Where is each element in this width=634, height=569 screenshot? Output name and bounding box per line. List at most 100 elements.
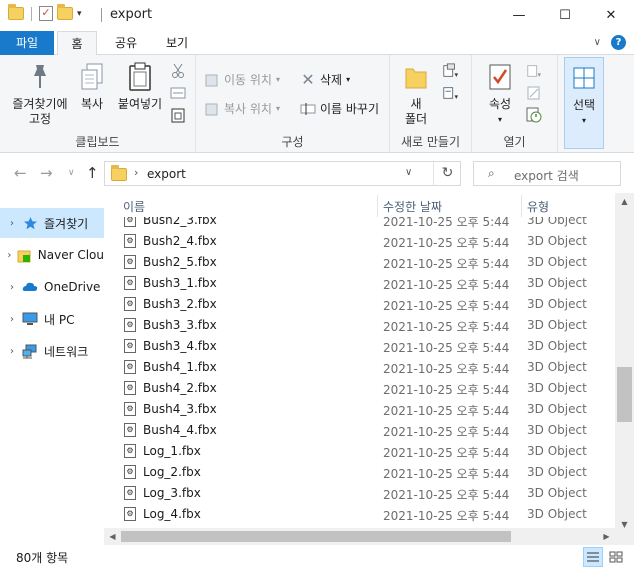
- new-folder-button[interactable]: 새 폴더: [400, 61, 432, 127]
- file-name: Bush4_1.fbx: [143, 360, 217, 374]
- column-divider[interactable]: [521, 195, 522, 217]
- column-divider[interactable]: [377, 195, 378, 217]
- edit-icon[interactable]: [526, 85, 542, 101]
- copy-to-button[interactable]: 복사 위치 ▾: [204, 100, 280, 117]
- back-arrow-icon[interactable]: ←: [14, 164, 27, 182]
- file-row[interactable]: ⚙ Bush4_4.fbx 2021-10-25 오후 5:44 3D Object: [104, 420, 618, 441]
- address-folder-icon: [111, 165, 127, 181]
- close-button[interactable]: ✕: [588, 0, 634, 31]
- copy-button[interactable]: 복사: [76, 61, 108, 112]
- address-dropdown-icon[interactable]: ∨: [405, 167, 412, 178]
- rename-button[interactable]: 이름 바꾸기: [300, 100, 379, 117]
- file-row[interactable]: ⚙ Bush4_1.fbx 2021-10-25 오후 5:44 3D Object: [104, 357, 618, 378]
- file-type: 3D Object: [527, 444, 587, 458]
- breadcrumb-path[interactable]: export: [147, 167, 186, 181]
- refresh-icon[interactable]: ↻: [433, 162, 461, 185]
- column-header-type[interactable]: 유형: [527, 193, 549, 217]
- file-row[interactable]: ⚙ Bush3_3.fbx 2021-10-25 오후 5:44 3D Object: [104, 315, 618, 336]
- expand-chevron-icon[interactable]: ›: [2, 314, 22, 325]
- tab-share[interactable]: 공유: [106, 31, 146, 55]
- recent-locations-icon[interactable]: ∨: [68, 168, 75, 178]
- copy-to-dropdown-icon: ▾: [275, 104, 280, 113]
- paste-button[interactable]: 붙여넣기: [112, 61, 168, 112]
- file-type: 3D Object: [527, 465, 587, 479]
- new-item-icon[interactable]: ▾: [442, 63, 458, 79]
- details-view-button[interactable]: [583, 547, 603, 567]
- maximize-button[interactable]: ☐: [542, 0, 588, 31]
- column-header-date[interactable]: 수정한 날짜: [383, 193, 442, 217]
- easy-access-icon[interactable]: ▾: [442, 85, 458, 101]
- copy-path-icon[interactable]: [170, 85, 186, 101]
- search-input[interactable]: ⌕ export 검색: [473, 161, 621, 186]
- properties-quick-icon[interactable]: ✓: [39, 6, 53, 21]
- open-icon[interactable]: ▾: [526, 63, 542, 79]
- forward-arrow-icon[interactable]: →: [40, 164, 53, 182]
- move-to-button[interactable]: 이동 위치 ▾: [204, 71, 280, 88]
- address-row: ← → ∨ ↑ › export ∨ ↻ ⌕ export 검색: [0, 153, 634, 193]
- paste-shortcut-icon[interactable]: [170, 107, 186, 123]
- collapse-ribbon-icon[interactable]: ∨: [594, 37, 601, 48]
- file-date: 2021-10-25 오후 5:44: [383, 383, 510, 397]
- tab-file[interactable]: 파일: [0, 31, 54, 55]
- properties-button[interactable]: 속성 ▾: [482, 61, 518, 127]
- view-switcher: [583, 547, 626, 567]
- nav-item-this-pc[interactable]: › 내 PC: [0, 304, 104, 334]
- address-bar[interactable]: › export ∨ ↻: [104, 161, 461, 186]
- file-row[interactable]: ⚙ Log_2.fbx 2021-10-25 오후 5:44 3D Object: [104, 462, 618, 483]
- file-name: Bush3_4.fbx: [143, 339, 217, 353]
- naver-cloud-icon: [17, 247, 32, 263]
- nav-item-naver-cloud[interactable]: › Naver Clou: [0, 240, 104, 270]
- file-date: 2021-10-25 오후 5:44: [383, 278, 510, 292]
- file-row[interactable]: ⚙ Bush3_4.fbx 2021-10-25 오후 5:44 3D Object: [104, 336, 618, 357]
- scroll-up-icon[interactable]: ▲: [615, 193, 634, 210]
- file-row[interactable]: ⚙ Bush2_5.fbx 2021-10-25 오후 5:44 3D Object: [104, 252, 618, 273]
- tab-home[interactable]: 홈: [57, 31, 97, 56]
- select-button[interactable]: 선택 ▾: [564, 57, 604, 149]
- pin-to-quick-access-button[interactable]: 즐겨찾기에 고정: [5, 61, 75, 127]
- file-row[interactable]: ⚙ Bush4_3.fbx 2021-10-25 오후 5:44 3D Object: [104, 399, 618, 420]
- column-header-name[interactable]: 이름: [123, 193, 145, 217]
- new-folder-label-line1: 새: [410, 97, 422, 111]
- nav-item-quick-access[interactable]: › 즐겨찾기: [0, 208, 104, 238]
- file-name: Bush2_5.fbx: [143, 255, 217, 269]
- move-to-icon: [204, 72, 220, 88]
- large-icons-view-button[interactable]: [606, 547, 626, 567]
- file-date: 2021-10-25 오후 5:44: [383, 362, 510, 376]
- up-arrow-icon[interactable]: ↑: [86, 164, 99, 182]
- help-icon[interactable]: ?: [611, 35, 626, 50]
- scroll-left-icon[interactable]: ◀: [104, 528, 121, 545]
- file-row[interactable]: ⚙ Bush4_2.fbx 2021-10-25 오후 5:44 3D Object: [104, 378, 618, 399]
- copy-icon: [77, 61, 107, 93]
- expand-chevron-icon[interactable]: ›: [2, 218, 22, 229]
- file-date: 2021-10-25 오후 5:44: [383, 425, 510, 439]
- expand-chevron-icon[interactable]: ›: [2, 250, 17, 261]
- qat-dropdown-icon[interactable]: ▾: [77, 9, 82, 19]
- history-icon[interactable]: [526, 107, 542, 123]
- nav-label: OneDrive: [44, 280, 101, 294]
- nav-item-onedrive[interactable]: › OneDrive: [0, 272, 104, 302]
- file-row[interactable]: ⚙ Bush3_1.fbx 2021-10-25 오후 5:44 3D Object: [104, 273, 618, 294]
- svg-text:▾: ▾: [454, 70, 458, 79]
- scrollbar-corner: [615, 528, 634, 545]
- cut-icon[interactable]: [170, 63, 186, 79]
- fbx-file-icon: ⚙: [124, 255, 136, 269]
- file-row[interactable]: ⚙ Bush3_2.fbx 2021-10-25 오후 5:44 3D Object: [104, 294, 618, 315]
- breadcrumb-chevron-icon[interactable]: ›: [134, 166, 138, 179]
- file-row[interactable]: ⚙ Log_3.fbx 2021-10-25 오후 5:44 3D Object: [104, 483, 618, 504]
- expand-chevron-icon[interactable]: ›: [2, 346, 22, 357]
- horizontal-scrollbar[interactable]: ◀ ▶: [104, 528, 615, 545]
- nav-item-network[interactable]: › 네트워크: [0, 336, 104, 366]
- tab-view[interactable]: 보기: [157, 31, 197, 55]
- expand-chevron-icon[interactable]: ›: [2, 282, 22, 293]
- file-row[interactable]: ⚙ Log_4.fbx 2021-10-25 오후 5:44 3D Object: [104, 504, 618, 525]
- delete-button[interactable]: ✕ 삭제 ▾: [300, 70, 350, 89]
- minimize-button[interactable]: —: [496, 0, 542, 31]
- horizontal-scroll-thumb[interactable]: [121, 531, 511, 542]
- file-row[interactable]: ⚙ Log_1.fbx 2021-10-25 오후 5:44 3D Object: [104, 441, 618, 462]
- scroll-right-icon[interactable]: ▶: [598, 528, 615, 545]
- file-name: Bush4_2.fbx: [143, 381, 217, 395]
- vertical-scrollbar[interactable]: ▲ ▼: [615, 193, 634, 533]
- file-row[interactable]: ⚙ Bush2_4.fbx 2021-10-25 오후 5:44 3D Object: [104, 231, 618, 252]
- vertical-scroll-thumb[interactable]: [617, 367, 632, 422]
- new-folder-quick-icon[interactable]: [57, 4, 73, 20]
